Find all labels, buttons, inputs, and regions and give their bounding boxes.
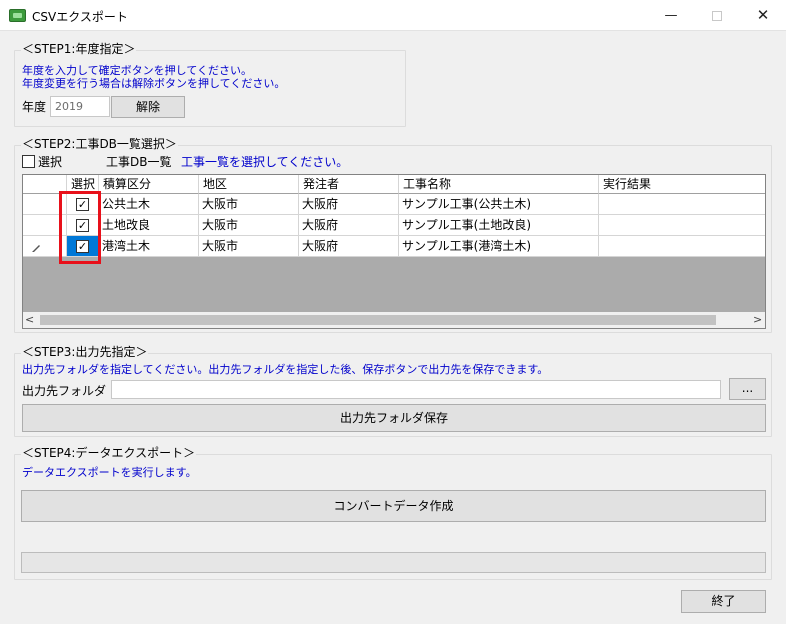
result-cell[interactable] — [599, 194, 765, 215]
step3-instruction: 出力先フォルダを指定してください。出力先フォルダを指定した後、保存ボタンで出力先… — [22, 363, 549, 376]
name-cell[interactable]: サンプル工事(土地改良) — [399, 215, 599, 236]
result-cell[interactable] — [599, 215, 765, 236]
close-button[interactable]: ✕ — [740, 0, 786, 31]
edit-pencil-icon — [32, 245, 40, 252]
orderer-cell[interactable]: 大阪府 — [299, 215, 399, 236]
select-column-highlight — [59, 191, 101, 264]
convert-data-button[interactable]: コンバートデータ作成 — [21, 490, 766, 522]
district-cell[interactable]: 大阪市 — [199, 215, 299, 236]
step2-instruction: 工事一覧を選択してください。 — [181, 155, 349, 169]
col-header-orderer[interactable]: 発注者 — [299, 175, 399, 194]
release-button[interactable]: 解除 — [111, 96, 185, 118]
step1-instruction-2: 年度変更を行う場合は解除ボタンを押してください。 — [22, 77, 286, 90]
district-cell[interactable]: 大阪市 — [199, 194, 299, 215]
category-cell[interactable]: 公共土木 — [99, 194, 199, 215]
scroll-left-arrow[interactable]: < — [25, 312, 37, 328]
col-header-district[interactable]: 地区 — [199, 175, 299, 194]
scroll-right-arrow[interactable]: > — [753, 312, 765, 328]
orderer-cell[interactable]: 大阪府 — [299, 194, 399, 215]
folder-label: 出力先フォルダ — [22, 384, 107, 398]
scroll-thumb[interactable] — [40, 315, 716, 325]
category-cell[interactable]: 港湾土木 — [99, 236, 199, 257]
save-folder-button[interactable]: 出力先フォルダ保存 — [22, 404, 766, 432]
select-all-checkbox[interactable] — [22, 155, 35, 168]
browse-folder-button[interactable]: ... — [729, 378, 766, 400]
select-all-label: 選択 — [38, 155, 63, 169]
minimize-button[interactable]: — — [648, 0, 694, 31]
step4-legend: ＜STEP4:データエクスポート＞ — [21, 444, 197, 461]
orderer-cell[interactable]: 大阪府 — [299, 236, 399, 257]
app-icon — [9, 9, 26, 22]
result-cell[interactable] — [599, 236, 765, 257]
step2-legend: ＜STEP2:工事DB一覧選択＞ — [21, 135, 178, 152]
db-list-label: 工事DB一覧 — [106, 155, 172, 169]
name-cell[interactable]: サンプル工事(公共土木) — [399, 194, 599, 215]
name-cell[interactable]: サンプル工事(港湾土木) — [399, 236, 599, 257]
year-label: 年度 — [22, 100, 47, 114]
step1-legend: ＜STEP1:年度指定＞ — [21, 40, 137, 57]
maximize-icon — [712, 10, 722, 21]
export-progress-bar — [21, 552, 766, 573]
year-input[interactable]: 2019 — [50, 96, 110, 117]
district-cell[interactable]: 大阪市 — [199, 236, 299, 257]
grid-empty-area — [23, 257, 765, 312]
step4-instruction: データエクスポートを実行します。 — [22, 466, 197, 479]
window-title: CSVエクスポート — [32, 10, 128, 24]
col-header-name[interactable]: 工事名称 — [399, 175, 599, 194]
col-header-category[interactable]: 積算区分 — [99, 175, 199, 194]
step3-legend: ＜STEP3:出力先指定＞ — [21, 343, 149, 360]
exit-button[interactable]: 終了 — [681, 590, 766, 613]
category-cell[interactable]: 土地改良 — [99, 215, 199, 236]
folder-path-input[interactable] — [111, 380, 721, 399]
maximize-button[interactable] — [694, 0, 740, 31]
col-header-result[interactable]: 実行結果 — [599, 175, 765, 194]
db-grid: 選択 積算区分 地区 発注者 工事名称 実行結果 ✓ 公共土木 大阪市 大阪府 … — [22, 174, 766, 329]
